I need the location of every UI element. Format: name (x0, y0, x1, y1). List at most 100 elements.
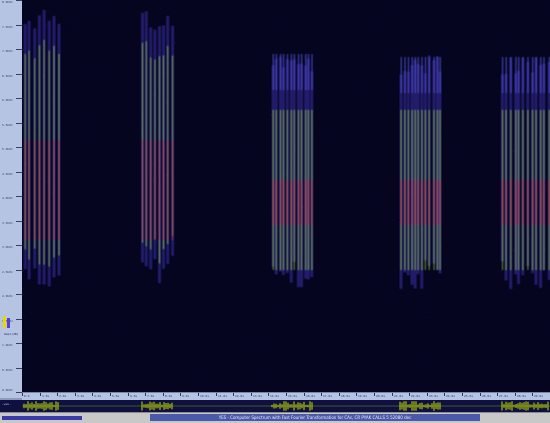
noise-speckle (256, 345, 258, 347)
noise-speckle (462, 71, 464, 73)
spectral-streak (535, 57, 537, 93)
spectrogram-canvas[interactable] (22, 0, 550, 392)
noise-speckle (215, 325, 217, 327)
noise-speckle (165, 101, 167, 103)
noise-speckle (69, 203, 71, 205)
spectral-streak (272, 180, 274, 225)
noise-speckle (206, 345, 208, 347)
noise-speckle (203, 288, 205, 290)
noise-speckle (36, 238, 38, 240)
noise-speckle (205, 371, 207, 373)
noise-speckle (122, 122, 124, 124)
noise-speckle (432, 360, 433, 362)
noise-speckle (428, 295, 430, 297)
noise-speckle (279, 25, 281, 27)
spectral-streak (279, 180, 282, 225)
noise-speckle (459, 233, 461, 235)
spectral-streak (428, 57, 430, 93)
time-tick-label: 5.0s (112, 394, 120, 398)
noise-speckle (229, 223, 231, 225)
noise-speckle (24, 383, 25, 385)
noise-speckle (206, 204, 208, 206)
noise-speckle (515, 380, 517, 382)
frequency-tick-label: 6.0kHz (2, 98, 13, 102)
noise-speckle (406, 40, 408, 42)
time-tick-label: 7.0s (147, 394, 155, 398)
spectral-streak (414, 57, 416, 93)
frequency-tick-label: 7.0kHz (2, 49, 13, 53)
noise-speckle (184, 134, 185, 136)
noise-speckle (260, 172, 261, 174)
noise-speckle (175, 242, 176, 244)
noise-speckle (490, 371, 492, 373)
noise-speckle (41, 250, 43, 252)
time-tick-mark (304, 393, 305, 396)
spectral-streak (167, 140, 169, 240)
noise-speckle (174, 42, 176, 44)
spectral-streak (510, 180, 512, 225)
noise-speckle (480, 256, 482, 258)
noise-speckle (332, 26, 334, 28)
noise-speckle (34, 325, 36, 327)
noise-speckle (340, 161, 342, 163)
noise-speckle (73, 286, 75, 288)
noise-speckle (106, 58, 108, 60)
spectral-streak (424, 180, 426, 225)
noise-speckle (118, 334, 120, 336)
noise-speckle (379, 364, 381, 366)
noise-speckle (220, 100, 222, 102)
waveform-strip[interactable]: -wav- (0, 400, 550, 412)
noise-speckle (232, 306, 234, 308)
noise-speckle (95, 294, 97, 296)
noise-speckle (99, 227, 101, 229)
spectral-streak (58, 140, 60, 240)
noise-speckle (82, 173, 84, 175)
noise-speckle (32, 386, 34, 388)
noise-speckle (433, 271, 435, 273)
noise-speckle (30, 302, 32, 304)
spectral-streak (279, 54, 282, 90)
spectral-streak (163, 140, 164, 240)
spectral-streak (172, 140, 174, 240)
spectral-streak (142, 140, 143, 240)
noise-speckle (332, 302, 334, 304)
noise-speckle (224, 367, 226, 369)
noise-speckle (497, 41, 499, 43)
noise-speckle (74, 305, 76, 307)
noise-speckle (269, 172, 271, 174)
noise-speckle (396, 261, 398, 263)
time-tick-label: 13.0s (253, 394, 263, 398)
spectral-streak (522, 57, 524, 93)
noise-speckle (396, 302, 398, 304)
noise-speckle (100, 69, 102, 71)
frequency-tick-label: 5.0kHz (2, 147, 13, 151)
noise-speckle (394, 160, 396, 162)
noise-speckle (55, 11, 57, 13)
spectrogram-display[interactable] (22, 0, 550, 392)
noise-speckle (277, 40, 279, 42)
noise-speckle (431, 379, 433, 381)
noise-speckle (505, 46, 507, 47)
noise-speckle (31, 71, 33, 73)
time-tick-label: 19.0s (358, 394, 368, 398)
spectral-streak (272, 54, 274, 90)
noise-speckle (138, 46, 140, 48)
noise-speckle (327, 251, 329, 253)
frequency-tick-label: 0.5kHz (2, 368, 13, 372)
noise-speckle (232, 106, 234, 108)
time-tick-label: 3.0s (77, 394, 85, 398)
noise-speckle (239, 122, 241, 124)
waveform-canvas[interactable] (0, 400, 550, 412)
noise-speckle (259, 35, 261, 37)
frequency-tick-label: 4.5kHz (2, 172, 13, 176)
noise-speckle (88, 359, 89, 361)
noise-speckle (448, 300, 449, 302)
spectral-streak (439, 57, 441, 93)
noise-speckle (217, 287, 219, 289)
noise-speckle (331, 51, 333, 53)
spectral-streak (159, 140, 160, 240)
noise-speckle (444, 52, 446, 54)
spectral-streak (43, 140, 45, 240)
spectral-streak (404, 57, 406, 93)
noise-speckle (384, 246, 386, 248)
